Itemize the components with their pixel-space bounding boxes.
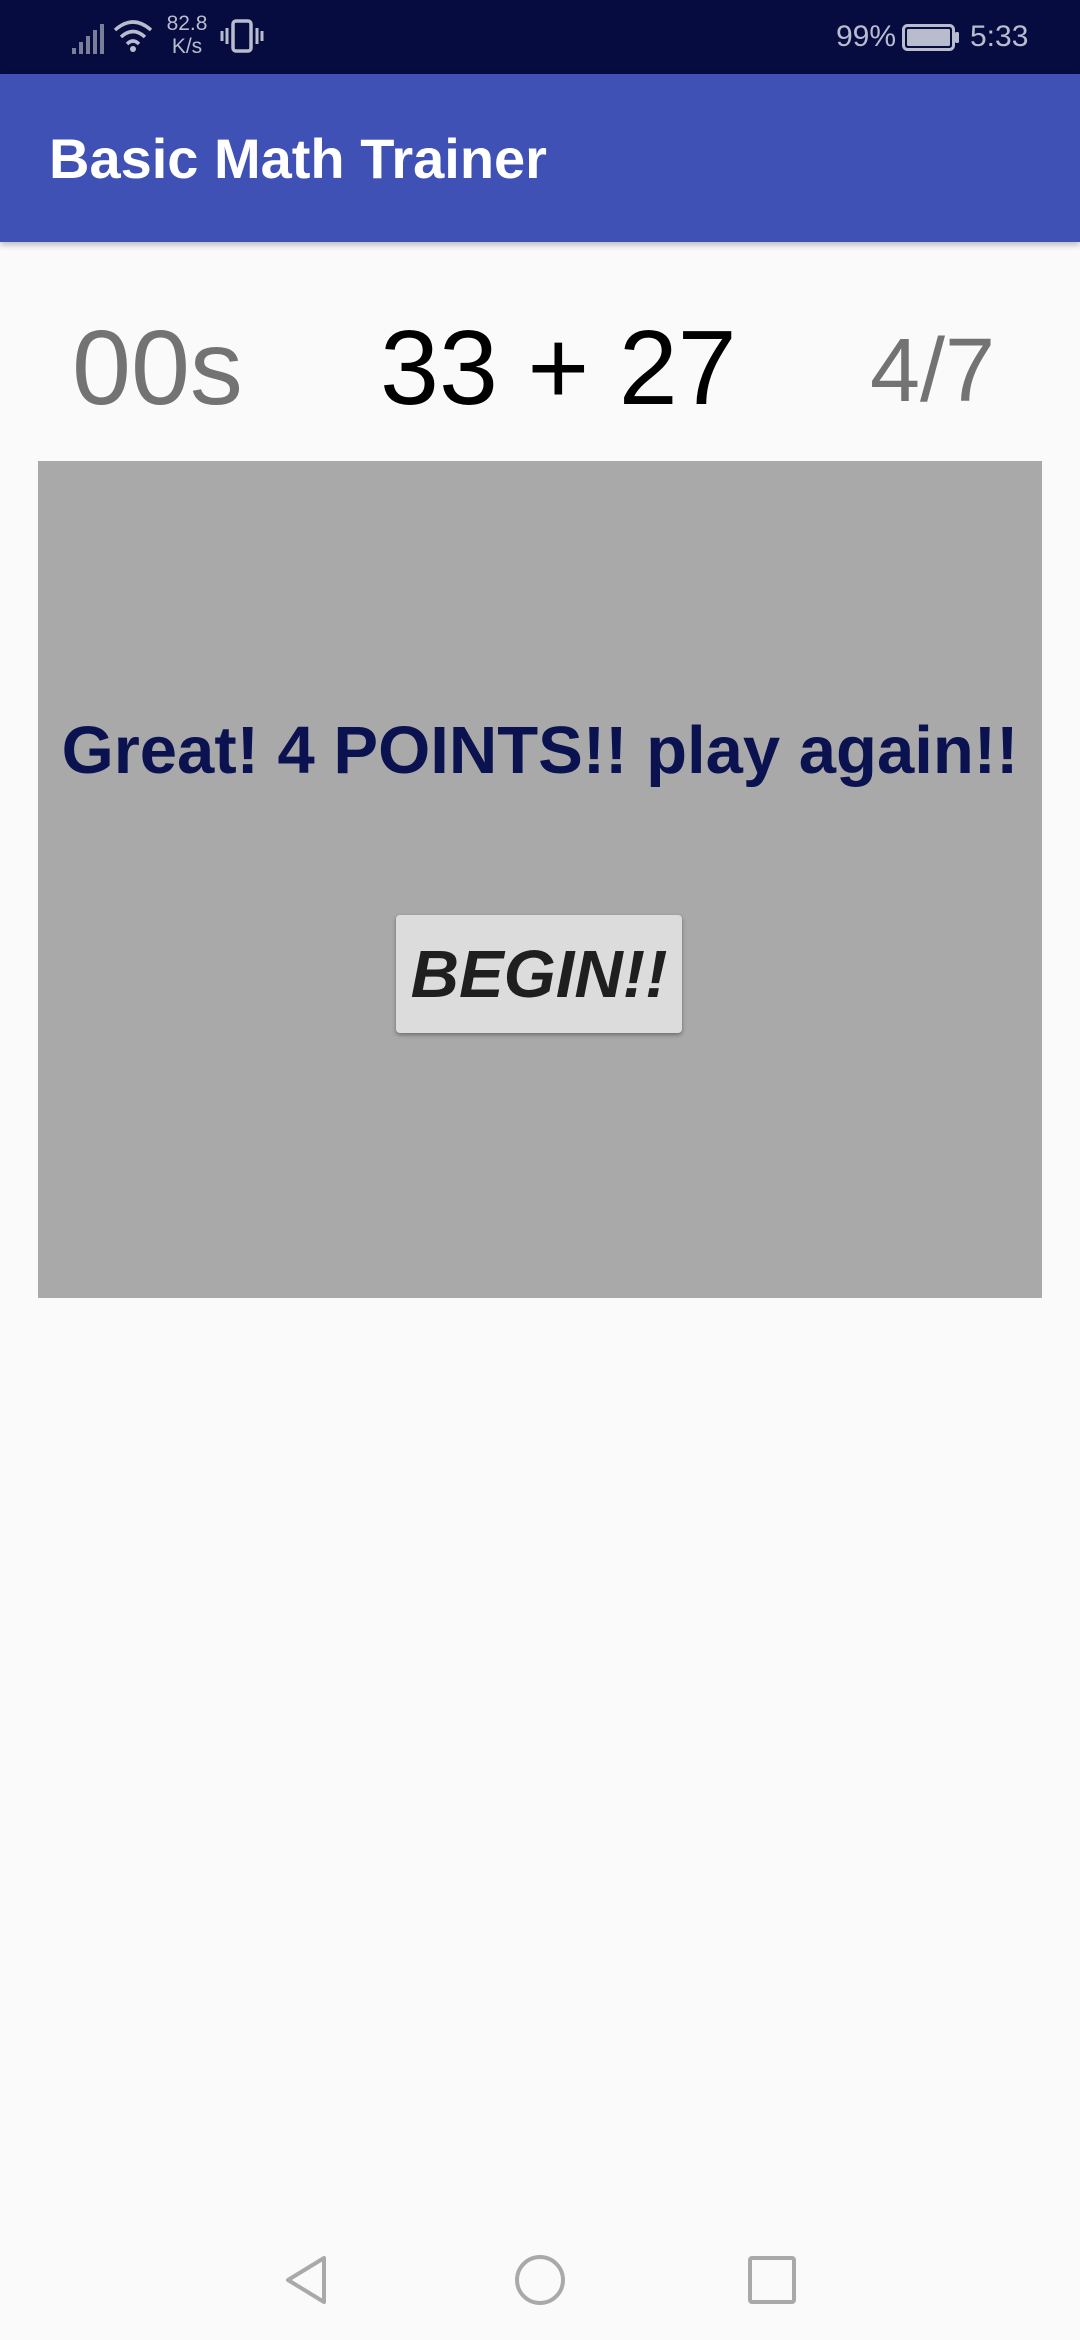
battery-icon (902, 24, 959, 51)
timer-display: 00s (72, 309, 243, 427)
signal-icon (72, 24, 104, 54)
back-icon[interactable] (280, 2252, 336, 2308)
network-speed-unit: K/s (171, 35, 203, 58)
navigation-bar (0, 2200, 1080, 2340)
vibrate-icon (220, 19, 264, 53)
home-icon[interactable] (512, 2252, 568, 2308)
network-speed-value: 82.8 (166, 12, 208, 35)
network-speed: 82.8 K/s (164, 12, 210, 58)
recent-apps-icon[interactable] (744, 2252, 800, 2308)
app-title: Basic Math Trainer (49, 127, 547, 190)
begin-button[interactable]: BEGIN!! (396, 915, 682, 1033)
status-bar: 82.8 K/s 99% 5:33 (0, 0, 1080, 74)
score-display: 4/7 (870, 321, 996, 421)
wifi-icon (113, 20, 153, 52)
app-bar: Basic Math Trainer (0, 74, 1080, 242)
result-message: Great! 4 POINTS!! play again!! (61, 713, 1019, 788)
game-panel: Great! 4 POINTS!! play again!! BEGIN!! (38, 461, 1042, 1298)
battery-percent: 99% (836, 20, 897, 53)
math-question: 33 + 27 (380, 309, 737, 427)
clock: 5:33 (970, 20, 1029, 53)
